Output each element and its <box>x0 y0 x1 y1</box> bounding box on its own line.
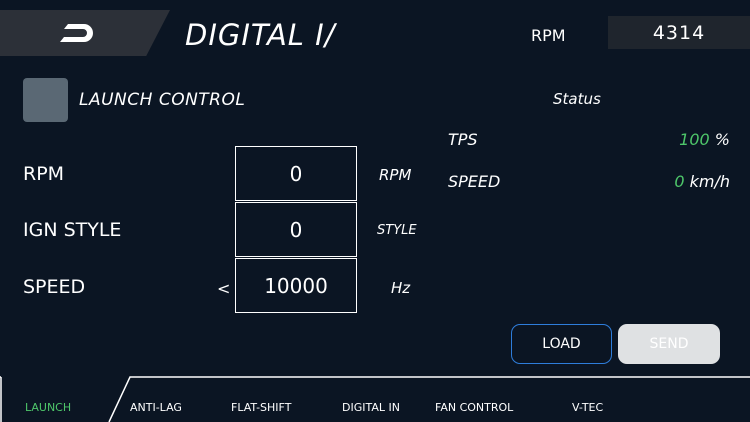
tab-flat-shift[interactable]: FLAT-SHIFT <box>231 401 291 414</box>
tab-digital-in[interactable]: DIGITAL IN <box>342 401 400 414</box>
param-ign-style-label: IGN STYLE <box>23 219 122 241</box>
status-tps-label: TPS <box>448 130 478 149</box>
param-speed-label: SPEED <box>23 276 86 298</box>
status-title: Status <box>553 90 601 108</box>
status-speed-value: 0 <box>674 172 685 191</box>
tab-bar-outline <box>0 376 750 422</box>
rpm-readout-value: 4314 <box>608 16 750 49</box>
d-logo-icon <box>60 24 93 42</box>
tab-anti-lag[interactable]: ANTI-LAG <box>130 401 182 414</box>
param-ign-style-input[interactable] <box>235 202 357 257</box>
tab-launch[interactable]: LAUNCH <box>25 401 71 414</box>
param-speed-prefix: < <box>217 279 231 298</box>
send-button[interactable]: SEND <box>618 324 720 364</box>
param-rpm-input[interactable] <box>235 146 357 201</box>
launch-control-checkbox[interactable] <box>23 78 68 122</box>
param-speed-input[interactable] <box>235 258 357 313</box>
page-title: DIGITAL I/ <box>185 18 336 52</box>
load-button[interactable]: LOAD <box>511 324 612 364</box>
rpm-readout-text: 4314 <box>652 21 706 44</box>
status-tps-value: 100 <box>679 130 710 149</box>
status-speed-value-group: 0 km/h <box>620 172 730 191</box>
status-speed-label: SPEED <box>448 172 501 191</box>
status-speed-unit: km/h <box>689 172 730 191</box>
status-tps-unit: % <box>714 130 730 149</box>
tab-v-tec[interactable]: V-TEC <box>572 401 603 414</box>
param-rpm-unit: RPM <box>379 166 412 184</box>
param-ign-style-unit: STYLE <box>377 223 417 238</box>
launch-control-label: LAUNCH CONTROL <box>79 90 246 110</box>
tab-fan-control[interactable]: FAN CONTROL <box>435 401 513 414</box>
param-rpm-label: RPM <box>23 163 65 185</box>
rpm-readout-label: RPM <box>531 26 566 45</box>
param-speed-unit: Hz <box>391 279 411 297</box>
logo-tab[interactable] <box>0 10 170 56</box>
status-tps-value-group: 100 % <box>620 130 730 149</box>
